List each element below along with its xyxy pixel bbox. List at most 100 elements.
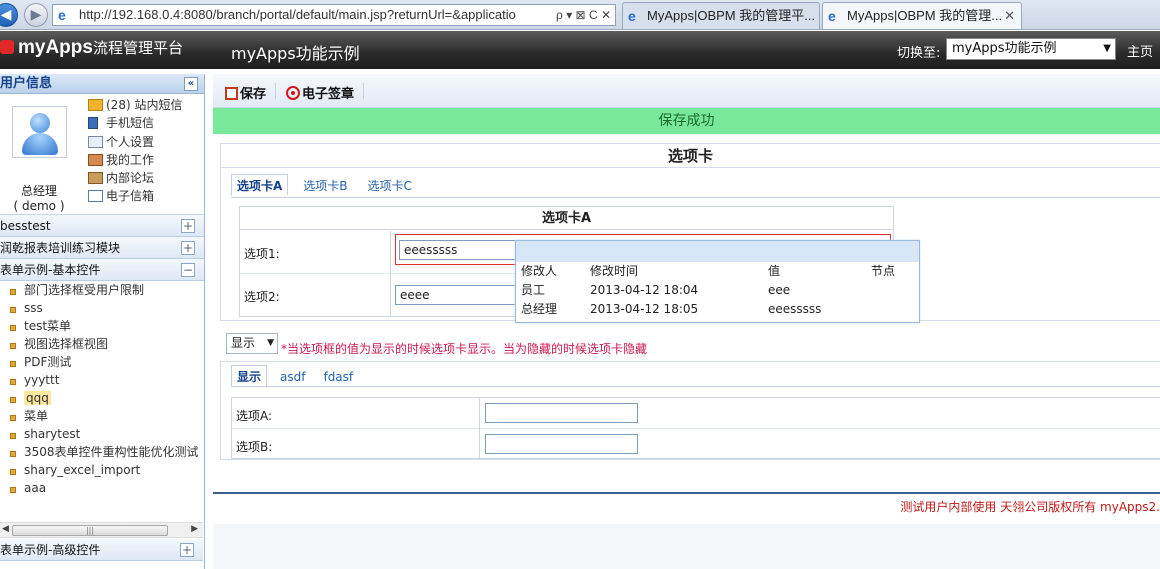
browser-tab-2[interactable]: e MyApps|OBPM 我的管理... ✕ <box>822 2 1022 29</box>
expand-icon[interactable]: + <box>181 241 195 255</box>
home-link[interactable]: 主页 <box>1127 41 1153 60</box>
close-tab-icon[interactable]: ✕ <box>1004 3 1015 29</box>
form-b-tabs: 显示 asdf fdasf <box>231 365 366 388</box>
form-title: 选项卡 <box>221 144 1160 168</box>
user-menu-forum[interactable]: 内部论坛 <box>88 169 182 187</box>
fieldB-row: 选项B: <box>232 429 1160 460</box>
email-icon <box>88 190 103 203</box>
expand-icon[interactable]: + <box>181 219 195 233</box>
tree-item[interactable]: sss <box>0 299 204 317</box>
tab-c[interactable]: 选项卡C <box>363 175 417 197</box>
tree-item[interactable]: 菜单 <box>0 407 204 425</box>
tab-fdasf[interactable]: fdasf <box>318 366 358 388</box>
tree-item-selected[interactable]: qqq <box>0 389 204 407</box>
address-tools[interactable]: ρ ▾ ⊠ C ✕ <box>552 5 611 25</box>
tree-item[interactable]: 3508表单控件重构性能优化测试 <box>0 443 204 461</box>
user-menu-messages[interactable]: (28) 站内短信 <box>88 96 182 114</box>
section-title: 选项卡A <box>240 207 893 230</box>
user-menu-settings[interactable]: 个人设置 <box>88 133 182 151</box>
module-advanced-controls[interactable]: 表单示例-高级控件 + <box>0 539 203 561</box>
tree-item[interactable]: 视图选择框视图 <box>0 335 204 353</box>
form-tabs: 选项卡A 选项卡B 选项卡C <box>231 174 427 198</box>
main-content: 保存 电子签章 保存成功 选项卡 选项卡A 选项卡B 选项卡C 选项卡A 选项1: … <box>213 74 1160 569</box>
address-text: http://192.168.0.4:8080/branch/portal/de… <box>79 7 516 22</box>
ie-icon: e <box>58 7 66 23</box>
fieldB-input[interactable] <box>485 434 638 454</box>
fieldA-input[interactable] <box>485 403 638 423</box>
e-seal-button[interactable]: 电子签章 <box>286 83 354 102</box>
module-basic-controls[interactable]: 表单示例-基本控件 − <box>0 259 204 281</box>
module-report-training[interactable]: 润乾报表培训练习模块 + <box>0 237 204 259</box>
expand-icon[interactable]: + <box>180 543 194 557</box>
app-switch-select[interactable]: myApps功能示例 ▼ <box>946 38 1116 60</box>
display-select[interactable]: 显示 ▼ <box>226 333 278 354</box>
tab-asdf[interactable]: asdf <box>275 366 310 388</box>
history-header-row: 修改人 修改时间 值 节点 <box>521 264 896 278</box>
tree-item[interactable]: shary_excel_import <box>0 461 204 479</box>
horizontal-scrollbar[interactable]: ◀ ||| ▶ <box>0 522 203 538</box>
footer-text: 测试用户内部使用 天翎公司版权所有 myApps2. <box>900 500 1160 514</box>
user-info-header: 用户信息 « <box>0 74 204 94</box>
tree-item[interactable]: sharytest <box>0 425 204 443</box>
tree-item[interactable]: aaa <box>0 479 204 497</box>
avatar <box>12 106 67 158</box>
ie-icon: e <box>628 8 636 24</box>
success-message: 保存成功 <box>213 108 1160 134</box>
collapse-icon[interactable]: − <box>181 263 195 277</box>
logo: myApps流程管理平台 <box>0 37 183 59</box>
user-menu: (28) 站内短信 手机短信 个人设置 我的工作 内部论坛 电子信箱 <box>88 96 182 206</box>
chevron-down-icon: ▼ <box>267 338 274 348</box>
app-switch-value: myApps功能示例 <box>952 41 1057 56</box>
address-bar[interactable]: e http://192.168.0.4:8080/branch/portal/… <box>52 4 616 26</box>
tab-form-b: 显示 asdf fdasf 选项A: 选项B: <box>220 361 1160 460</box>
tab-a[interactable]: 选项卡A <box>231 174 289 196</box>
field2-label: 选项2: <box>244 290 280 304</box>
show-panel: 选项A: 选项B: <box>231 397 1160 460</box>
user-menu-email[interactable]: 电子信箱 <box>88 187 182 205</box>
forward-button[interactable]: ▶ <box>24 3 48 27</box>
fieldA-row: 选项A: <box>232 398 1160 429</box>
scroll-left-icon[interactable]: ◀ <box>2 524 9 534</box>
browser-chrome: ◀ ▶ e http://192.168.0.4:8080/branch/por… <box>0 0 1160 30</box>
save-icon <box>225 87 238 100</box>
scroll-right-icon[interactable]: ▶ <box>191 524 198 534</box>
save-button[interactable]: 保存 <box>225 83 266 102</box>
tab-show[interactable]: 显示 <box>231 365 268 387</box>
collapse-sidebar-button[interactable]: « <box>184 77 198 91</box>
tree-item[interactable]: 部门选择框受用户限制 <box>0 281 204 299</box>
forum-icon <box>88 172 103 185</box>
toolbar: 保存 电子签章 <box>213 74 1160 108</box>
settings-icon <box>88 135 103 148</box>
user-menu-work[interactable]: 我的工作 <box>88 151 182 169</box>
display-hint: *当选项框的值为显示的时候选项卡显示。当为隐藏的时候选项卡隐藏 <box>281 342 648 356</box>
mail-icon <box>88 99 103 111</box>
tab-label: MyApps|OBPM 我的管理平... <box>647 8 816 23</box>
module-tree: 部门选择框受用户限制 sss test菜单 视图选择框视图 PDF测试 yyyt… <box>0 281 204 531</box>
user-name-block: 总经理 ( demo ) <box>0 184 78 214</box>
logo-icon <box>0 40 14 54</box>
module-besstest[interactable]: besstest + <box>0 215 204 237</box>
work-icon <box>88 153 103 166</box>
user-menu-sms[interactable]: 手机短信 <box>88 114 182 132</box>
phone-icon <box>88 117 98 130</box>
switch-label: 切换至: <box>897 46 941 61</box>
scroll-thumb[interactable]: ||| <box>12 525 168 536</box>
browser-tab-1[interactable]: e MyApps|OBPM 我的管理平... <box>622 2 820 29</box>
tab-label: MyApps|OBPM 我的管理... <box>847 8 1003 23</box>
back-button[interactable]: ◀ <box>0 3 18 27</box>
user-name: 总经理 <box>20 184 57 198</box>
history-row: 总经理 2013-04-12 18:05 eeesssss <box>521 302 822 316</box>
brand-name: myApps <box>18 37 93 58</box>
chevron-down-icon: ▼ <box>1103 43 1111 54</box>
platform-name: 流程管理平台 <box>92 39 183 57</box>
user-id: ( demo ) <box>13 199 65 213</box>
app-title: myApps功能示例 <box>231 44 360 63</box>
history-row: 员工 2013-04-12 18:04 eee <box>521 283 791 297</box>
tree-item[interactable]: test菜单 <box>0 317 204 335</box>
seal-icon <box>286 86 300 100</box>
tree-item[interactable]: PDF测试 <box>0 353 204 371</box>
user-avatar-icon <box>30 113 50 133</box>
tree-item[interactable]: yyyttt <box>0 371 204 389</box>
sidebar: 用户信息 « 总经理 ( demo ) (28) 站内短信 手机短信 个人设置 … <box>0 74 205 569</box>
tab-b[interactable]: 选项卡B <box>298 175 352 197</box>
